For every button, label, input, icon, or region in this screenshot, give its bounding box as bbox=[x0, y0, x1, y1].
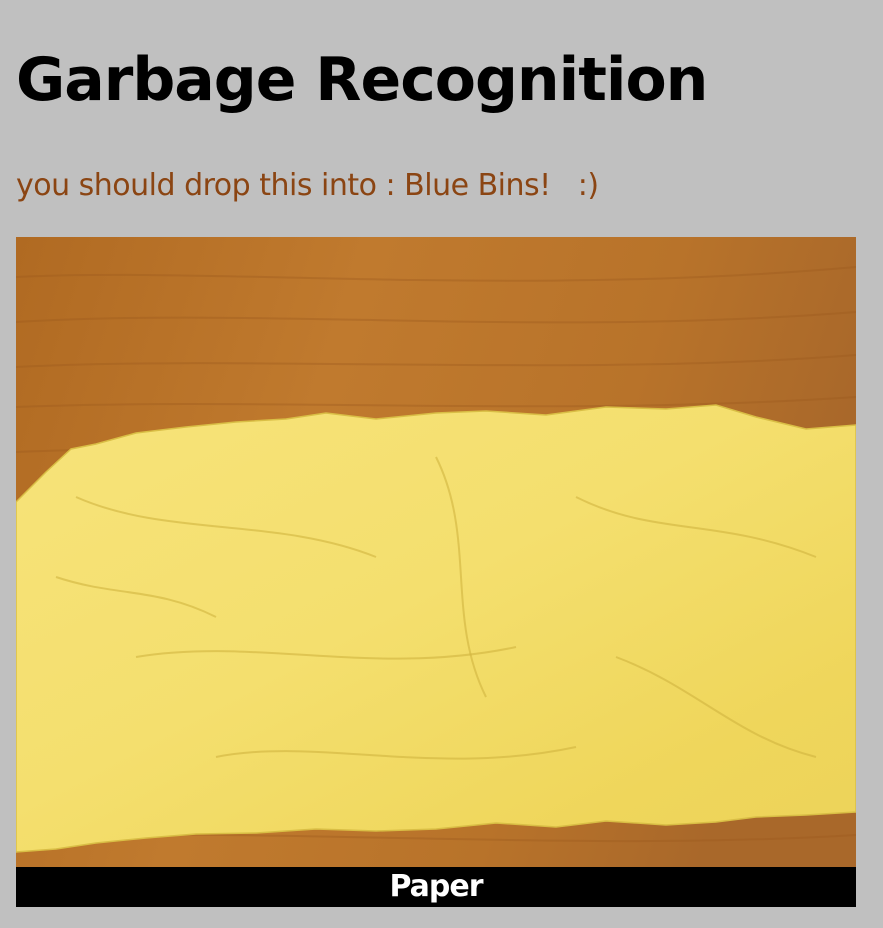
photo-caption: Paper bbox=[389, 869, 483, 904]
recognition-result-message: you should drop this into : Blue Bins! :… bbox=[16, 168, 599, 203]
photo-caption-bar: Paper bbox=[16, 867, 856, 907]
recognized-photo bbox=[16, 237, 856, 867]
yellow-paper bbox=[16, 404, 856, 853]
page-title: Garbage Recognition bbox=[16, 45, 708, 115]
page: Garbage Recognition you should drop this… bbox=[0, 0, 883, 928]
recognized-photo-frame: Paper bbox=[16, 237, 856, 907]
